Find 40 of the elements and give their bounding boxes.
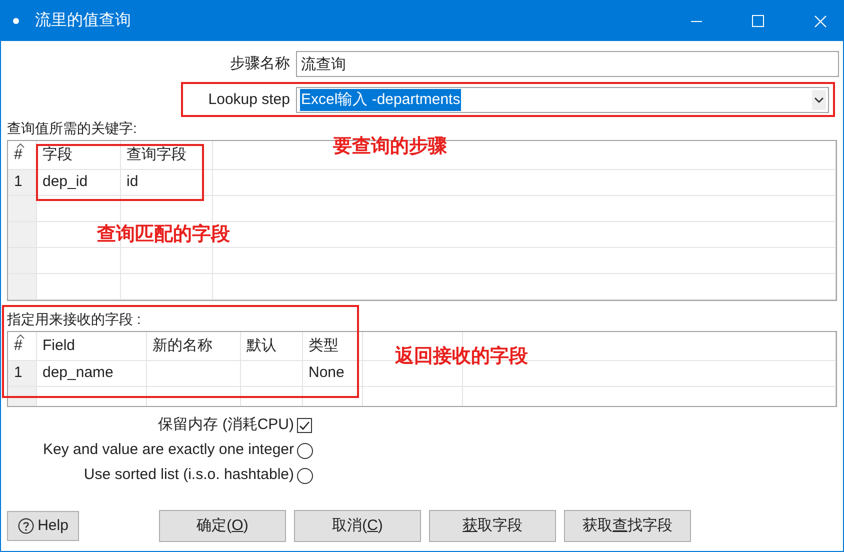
radio-button[interactable]: [297, 442, 313, 458]
sort-caret-icon: [16, 143, 25, 148]
annotation-text: 要查询的步骤: [333, 135, 447, 159]
help-icon: [18, 518, 34, 534]
table-cell: dep_name: [42, 364, 114, 381]
option-label: Use sorted list (i.s.o. hashtable): [84, 465, 294, 486]
column-header[interactable]: #: [14, 336, 22, 354]
section-label: 查询值所需的关键字:: [7, 118, 137, 138]
dialog-button[interactable]: 确定(O): [159, 510, 286, 542]
annotation-text: 查询匹配的字段: [97, 222, 230, 247]
column-header[interactable]: 字段: [42, 146, 72, 162]
field-label: Lookup step: [208, 90, 290, 110]
column-header[interactable]: 类型: [308, 336, 338, 354]
section-label: 指定用来接收的字段 :: [7, 310, 141, 328]
field-label: 步骤名称: [230, 54, 290, 74]
app-icon: [13, 18, 19, 24]
option-label: 保留内存 (消耗CPU): [158, 415, 294, 436]
table-cell: None: [308, 364, 344, 381]
help-button[interactable]: Help: [7, 511, 79, 541]
column-header[interactable]: Field: [42, 336, 76, 354]
sort-caret-icon: [16, 334, 25, 339]
option-label: Key and value are exactly one integer: [43, 440, 294, 460]
table-cell: dep_id: [42, 172, 88, 190]
checkbox[interactable]: [297, 418, 312, 433]
chevron-down-icon: [812, 90, 826, 110]
table-cell: id: [126, 172, 138, 190]
window-title: 流里的值查询: [35, 10, 131, 31]
annotation-text: 返回接收的字段: [395, 344, 528, 369]
dialog-button[interactable]: 获取查找字段: [564, 510, 691, 542]
column-header[interactable]: 默认: [246, 336, 276, 354]
lookup-step-dropdown[interactable]: Excel输入 -departments: [296, 87, 829, 113]
column-header[interactable]: #: [14, 146, 22, 162]
row-number: 1: [14, 364, 22, 381]
radio-button[interactable]: [297, 468, 313, 484]
dialog-button[interactable]: 获取字段: [429, 510, 556, 542]
step-name-field[interactable]: 流查询: [296, 51, 839, 77]
column-header[interactable]: 新的名称: [152, 336, 212, 354]
dialog-button[interactable]: 取消(C): [294, 510, 421, 542]
row-number: 1: [14, 172, 22, 190]
column-header[interactable]: 查询字段: [126, 146, 186, 162]
